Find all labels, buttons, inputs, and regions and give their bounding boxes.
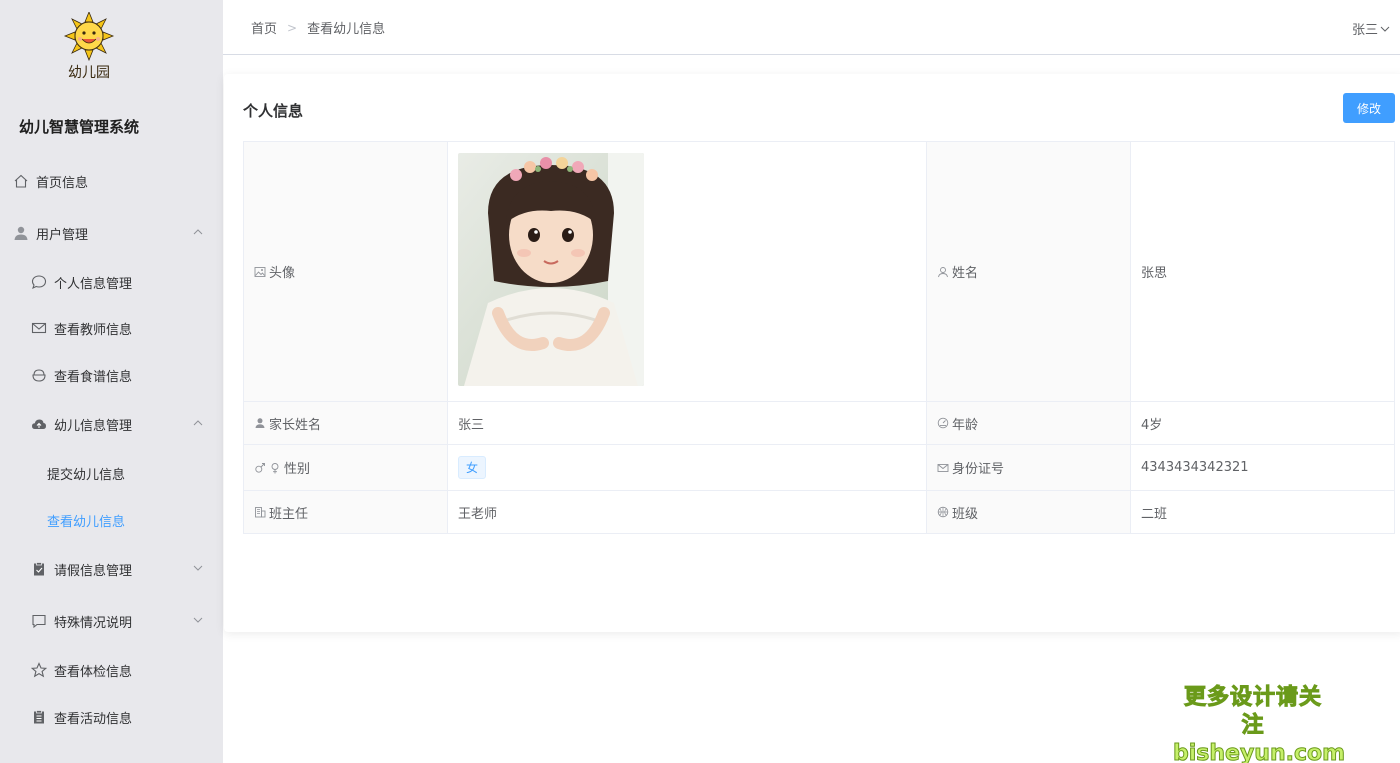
breadcrumb-home[interactable]: 首页 <box>251 18 277 37</box>
clipboard-list-icon <box>31 709 47 725</box>
menu-home[interactable]: 首页信息 <box>0 166 223 196</box>
menu-label: 查看活动信息 <box>54 711 133 727</box>
table-row: 班主任 王老师 班级 二班 <box>243 490 1395 534</box>
table-row: 性别 女 身份证号 4343434342321 <box>243 444 1395 491</box>
male-icon <box>255 462 265 473</box>
user-menu[interactable]: 张三 <box>1352 19 1390 38</box>
breadcrumb-current: 查看幼儿信息 <box>307 22 386 37</box>
menu-user-management[interactable]: 用户管理 <box>0 218 223 248</box>
menu-label: 查看食谱信息 <box>54 369 133 385</box>
menu-view-child-info[interactable]: 查看幼儿信息 <box>0 505 223 535</box>
chevron-down-icon <box>193 617 203 623</box>
breadcrumb: 首页 > 查看幼儿信息 <box>251 18 386 38</box>
info-table: 头像 姓名 张思 家长姓名 张三 年龄 4岁 性别 女 身份证号 4343434… <box>243 141 1395 534</box>
gender-label-cell: 性别 <box>243 444 448 491</box>
app-title: 幼儿智慧管理系统 <box>19 118 140 136</box>
menu-label: 请假信息管理 <box>54 563 133 579</box>
table-row: 头像 姓名 张思 <box>243 141 1395 402</box>
avatar-label: 头像 <box>269 266 296 281</box>
chevron-down-icon <box>193 565 203 571</box>
age-label-cell: 年龄 <box>926 401 1131 445</box>
class-value: 二班 <box>1130 490 1395 534</box>
chat-bubble-icon <box>31 274 47 290</box>
menu-label: 特殊情况说明 <box>54 615 133 631</box>
name-value: 张思 <box>1130 141 1395 402</box>
gender-label: 性别 <box>284 462 311 477</box>
teacher-label: 班主任 <box>269 506 309 522</box>
parent-value: 张三 <box>447 401 927 445</box>
teacher-label-cell: 班主任 <box>243 490 448 534</box>
menu-label: 个人信息管理 <box>54 276 133 292</box>
teacher-value: 王老师 <box>447 490 927 534</box>
menu-label: 查看体检信息 <box>54 664 133 680</box>
menu-submit-child-info[interactable]: 提交幼儿信息 <box>0 458 223 488</box>
office-building-icon <box>255 507 266 518</box>
user-outline-icon <box>938 266 948 277</box>
watermark: 更多设计请关注 bisheyun.com <box>1173 684 1346 763</box>
cloud-upload-icon <box>31 416 47 432</box>
name-label-cell: 姓名 <box>926 141 1131 402</box>
name-label: 姓名 <box>952 266 979 281</box>
message-square-icon <box>31 613 47 629</box>
odometer-icon <box>937 417 949 429</box>
edit-button[interactable]: 修改 <box>1343 93 1395 123</box>
age-value: 4岁 <box>1130 401 1395 445</box>
avatar-value-cell <box>447 141 927 402</box>
kindergarten-logo: 幼儿园 <box>56 10 122 90</box>
menu-label: 查看教师信息 <box>54 322 133 338</box>
top-header: 首页 > 查看幼儿信息 张三 <box>223 0 1400 55</box>
envelope-icon <box>937 463 949 472</box>
menu-health-check[interactable]: 查看体检信息 <box>0 655 223 685</box>
id-label: 身份证号 <box>952 462 1005 477</box>
user-icon <box>13 225 29 241</box>
avatar-label-cell: 头像 <box>243 141 448 402</box>
menu-child-management[interactable]: 幼儿信息管理 <box>0 409 223 439</box>
female-icon <box>271 462 279 473</box>
menu-label: 首页信息 <box>36 175 89 191</box>
parent-label: 家长姓名 <box>269 417 322 433</box>
home-icon <box>13 173 29 189</box>
menu-leave-management[interactable]: 请假信息管理 <box>0 554 223 584</box>
table-row: 家长姓名 张三 年龄 4岁 <box>243 401 1395 445</box>
id-value: 4343434342321 <box>1130 444 1395 491</box>
menu-teacher-info[interactable]: 查看教师信息 <box>0 313 223 343</box>
chevron-up-icon <box>193 229 203 235</box>
user-name: 张三 <box>1351 23 1378 38</box>
class-label-cell: 班级 <box>926 490 1131 534</box>
menu-label: 查看幼儿信息 <box>47 514 126 530</box>
envelope-icon <box>31 320 47 336</box>
menu-label: 提交幼儿信息 <box>47 467 126 483</box>
class-label: 班级 <box>952 506 979 522</box>
sidebar: 幼儿园 幼儿智慧管理系统 首页信息 用户管理 个人信息管理 查看教师信息 查看食… <box>0 0 223 763</box>
gender-tag: 女 <box>458 456 487 479</box>
id-label-cell: 身份证号 <box>926 444 1131 491</box>
watermark-line2: bisheyun.com <box>1173 741 1346 763</box>
age-label: 年龄 <box>952 417 979 433</box>
clipboard-check-icon <box>31 561 47 577</box>
parent-label-cell: 家长姓名 <box>243 401 448 445</box>
chevron-down-icon <box>1380 26 1390 32</box>
breadcrumb-separator-icon: > <box>287 20 298 35</box>
star-icon <box>31 662 47 678</box>
menu-activity-info[interactable]: 查看活动信息 <box>0 702 223 732</box>
child-info-card: 个人信息 修改 头像 姓名 张思 家长姓名 张三 年龄 4岁 性别 女 身份证号… <box>224 74 1400 632</box>
child-avatar-photo[interactable] <box>458 153 644 386</box>
menu-label: 幼儿信息管理 <box>54 418 133 434</box>
food-bowl-icon <box>31 367 47 383</box>
card-title: 个人信息 <box>243 102 304 120</box>
chevron-up-icon <box>193 420 203 426</box>
picture-icon <box>254 266 266 277</box>
watermark-line1: 更多设计请关注 <box>1183 685 1322 739</box>
svg-text:幼儿园: 幼儿园 <box>68 65 110 81</box>
gender-value-cell: 女 <box>447 444 927 491</box>
user-icon <box>255 418 265 428</box>
menu-recipe-info[interactable]: 查看食谱信息 <box>0 360 223 390</box>
menu-label: 用户管理 <box>36 227 89 243</box>
menu-personal-info[interactable]: 个人信息管理 <box>0 267 223 297</box>
basketball-icon <box>937 506 949 518</box>
menu-special-situation[interactable]: 特殊情况说明 <box>0 606 223 636</box>
